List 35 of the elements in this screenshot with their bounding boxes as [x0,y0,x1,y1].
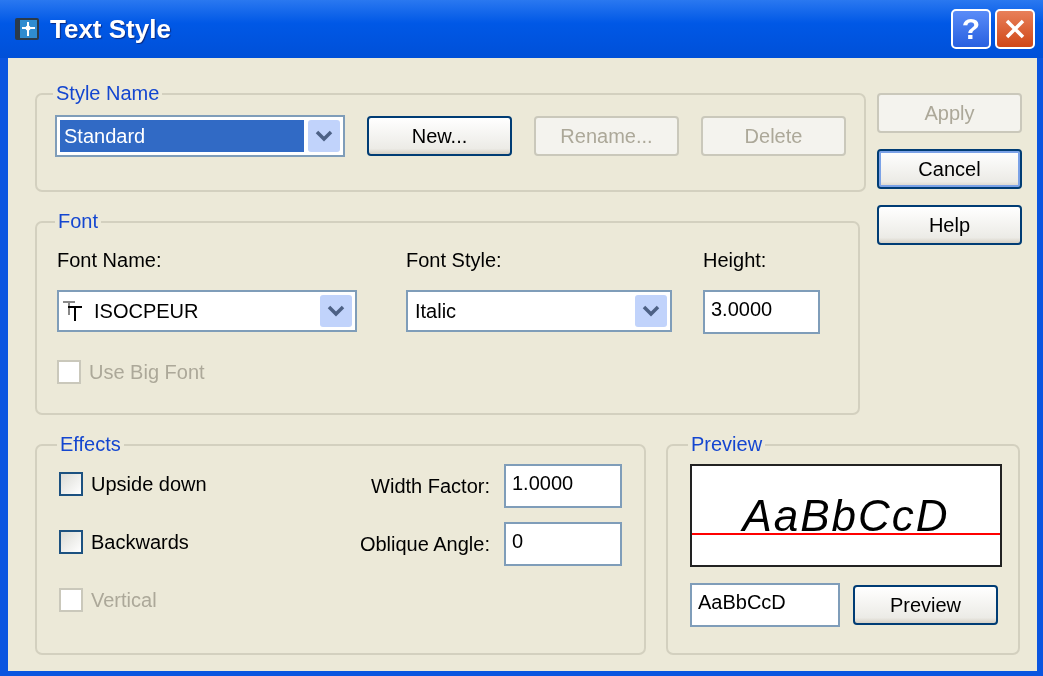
field-label: Font Style: [406,249,503,272]
window-title: Text Style [50,13,172,45]
checkbox-label: Upside down [91,472,207,496]
close-button[interactable] [995,9,1035,49]
checkbox-label: Backwards [91,530,189,554]
app-icon [14,16,40,42]
dialog-button[interactable]: Help [877,205,1022,245]
group-label: Font [57,210,100,233]
help-button[interactable]: ? [951,9,991,49]
group-label: Style Name [55,82,161,105]
chevron-down-icon[interactable] [320,295,352,327]
group-label: Preview [690,433,764,456]
group-label: Effects [59,433,122,456]
chevron-down-icon[interactable] [635,295,667,327]
preview-field[interactable]: AaBbCcD [690,583,840,627]
checkbox[interactable] [59,530,83,554]
chevron-down-icon[interactable] [308,120,340,152]
style-button[interactable]: New... [367,116,512,156]
field-label: Oblique Angle: [359,532,490,556]
style-dropdown[interactable]: Standard [55,115,345,157]
preview-button[interactable]: Preview [853,585,998,625]
height-field[interactable]: 3.0000 [703,290,820,334]
field-label: Height: [703,249,768,272]
number-field[interactable]: 0 [504,522,622,566]
dialog-button[interactable]: Cancel [877,149,1022,189]
font-dropdown[interactable]: Italic [406,290,672,332]
field-label: Font Name: [57,249,163,272]
font-dropdown[interactable]: ISOCPEUR [57,290,357,332]
checkbox[interactable] [59,472,83,496]
checkbox-label: Use Big Font [89,360,205,384]
field-label: Width Factor: [371,474,490,498]
number-field[interactable]: 1.0000 [504,464,622,508]
close-icon [1003,17,1027,41]
preview-text: AaBbCcD [742,494,950,538]
checkbox-label: Vertical [91,588,157,612]
